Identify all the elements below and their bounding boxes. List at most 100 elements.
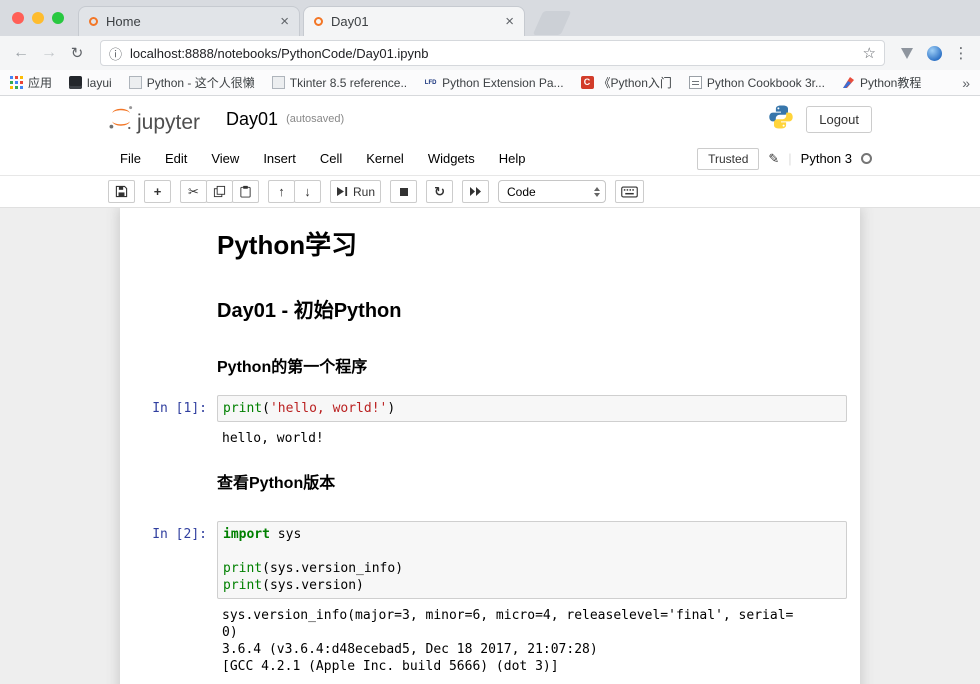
run-label: Run [353,185,375,199]
divider: | [788,151,791,166]
tab-day01[interactable]: Day01 × [303,6,525,36]
layui-icon [69,76,82,89]
browser-menu-icon[interactable]: ⋮ [950,44,972,62]
browser-titlebar: Home × Day01 × [0,0,980,36]
bookmark-python-tutorial[interactable]: Python教程 [842,74,921,91]
tab-label: Day01 [331,14,497,29]
bookmark-extension-packages[interactable]: LFD Python Extension Pa... [424,76,563,90]
bookmark-tkinter[interactable]: Tkinter 8.5 reference.. [272,76,407,90]
menu-cell[interactable]: Cell [308,145,354,172]
c-badge-icon: C [581,76,594,89]
clipboard-icon [239,185,252,198]
bookmark-label: 应用 [28,74,52,91]
menu-view[interactable]: View [199,145,251,172]
menu-help[interactable]: Help [487,145,538,172]
heading-check-version: 查看Python版本 [217,469,847,493]
code-cell-2[interactable]: In [2]: import sys print(sys.version_inf… [120,516,860,680]
markdown-cell-h2[interactable]: Day01 - 初始Python [120,275,860,336]
markdown-cell-h1[interactable]: Python学习 [120,214,860,275]
back-button[interactable]: ← [8,45,34,61]
menu-widgets[interactable]: Widgets [416,145,487,172]
kernel-name: Python 3 [801,151,852,166]
notebook-scroll-area[interactable]: Python学习 Day01 - 初始Python Python的第一个程序 I… [0,208,980,684]
cell-prompt [125,457,217,501]
copy-cell-button[interactable] [206,180,233,203]
bookmark-label: 《Python入门 [599,74,672,91]
new-tab-button[interactable] [533,11,572,35]
jupyter-wordmark: jupyter [137,112,200,135]
close-icon[interactable]: × [505,14,514,29]
apps-grid-icon [10,76,23,89]
cell-prompt [125,280,217,331]
trusted-button[interactable]: Trusted [697,148,759,170]
code-cell-1[interactable]: In [1]: print('hello, world!') hello, wo… [120,390,860,452]
code-input[interactable]: print('hello, world!') [217,395,847,422]
scissors-icon: ✂ [188,185,199,198]
restart-kernel-button[interactable]: ↻ [426,180,453,203]
restart-icon: ↻ [434,185,445,198]
output-prompt [125,607,217,675]
minimize-window-button[interactable] [32,12,44,24]
arrow-down-icon: ↓ [304,185,311,198]
book-icon [689,76,702,89]
cut-cell-button[interactable]: ✂ [180,180,207,203]
jupyter-logo[interactable]: jupyter [108,103,200,135]
menu-kernel[interactable]: Kernel [354,145,416,172]
tab-strip: Home × Day01 × [78,6,566,36]
bookmark-label: Tkinter 8.5 reference.. [290,76,407,90]
add-cell-button[interactable]: + [144,180,171,203]
arrow-up-icon: ↑ [278,185,285,198]
copy-icon [213,185,226,198]
cell-output: sys.version_info(major=3, minor=6, micro… [217,607,847,675]
extension-icon-globe[interactable] [927,46,942,61]
move-cell-down-button[interactable]: ↓ [294,180,321,203]
browser-navbar: ← → ↻ ⓘ localhost:8888/notebooks/PythonC… [0,36,980,70]
logout-button[interactable]: Logout [806,106,872,133]
menu-file[interactable]: File [108,145,153,172]
bookmark-star-icon[interactable]: ☆ [863,44,876,62]
address-bar[interactable]: ⓘ localhost:8888/notebooks/PythonCode/Da… [100,40,885,66]
jupyter-favicon-icon [314,17,323,26]
jupyter-header: jupyter Day01 (autosaved) Logout [0,96,980,142]
command-palette-button[interactable] [615,180,644,203]
bookmark-python-blog[interactable]: Python - 这个人很懒 [129,74,255,91]
tab-home[interactable]: Home × [78,6,300,36]
close-window-button[interactable] [12,12,24,24]
tab-label: Home [106,14,272,29]
bookmarks-overflow-icon[interactable]: » [962,75,970,91]
page-icon [129,76,142,89]
move-cell-up-button[interactable]: ↑ [268,180,295,203]
site-info-icon[interactable]: ⓘ [109,44,122,63]
menu-edit[interactable]: Edit [153,145,199,172]
url-text[interactable]: localhost:8888/notebooks/PythonCode/Day0… [130,46,855,61]
notebook-title[interactable]: Day01 [226,109,278,130]
close-icon[interactable]: × [280,14,289,29]
forward-button[interactable]: → [36,45,62,61]
cell-prompt [125,341,217,385]
save-button[interactable] [108,180,135,203]
header-right: Logout [768,104,872,135]
paste-cell-button[interactable] [232,180,259,203]
bookmark-label: Python Extension Pa... [442,76,563,90]
lfd-text-icon: LFD [424,76,437,89]
input-prompt: In [1]: [125,395,217,422]
reload-button[interactable]: ↻ [64,46,90,61]
markdown-cell-h3-version[interactable]: 查看Python版本 [120,452,860,506]
zoom-window-button[interactable] [52,12,64,24]
window-controls [12,12,64,24]
bookmark-label: layui [87,76,112,90]
extension-icon-triangle[interactable] [901,48,913,59]
run-button[interactable]: Run [330,180,381,203]
bookmark-label: Python - 这个人很懒 [147,74,255,91]
bookmark-cookbook[interactable]: Python Cookbook 3r... [689,76,825,90]
bookmark-apps[interactable]: 应用 [10,74,52,91]
bookmark-layui[interactable]: layui [69,76,112,90]
interrupt-kernel-button[interactable] [390,180,417,203]
restart-run-all-button[interactable] [462,180,489,203]
menu-insert[interactable]: Insert [251,145,308,172]
python-logo-icon [768,104,794,135]
code-input[interactable]: import sys print(sys.version_info)print(… [217,521,847,599]
markdown-cell-h3-first-program[interactable]: Python的第一个程序 [120,336,860,390]
cell-type-select[interactable]: Code [498,180,606,203]
bookmark-python-intro[interactable]: C 《Python入门 [581,74,672,91]
